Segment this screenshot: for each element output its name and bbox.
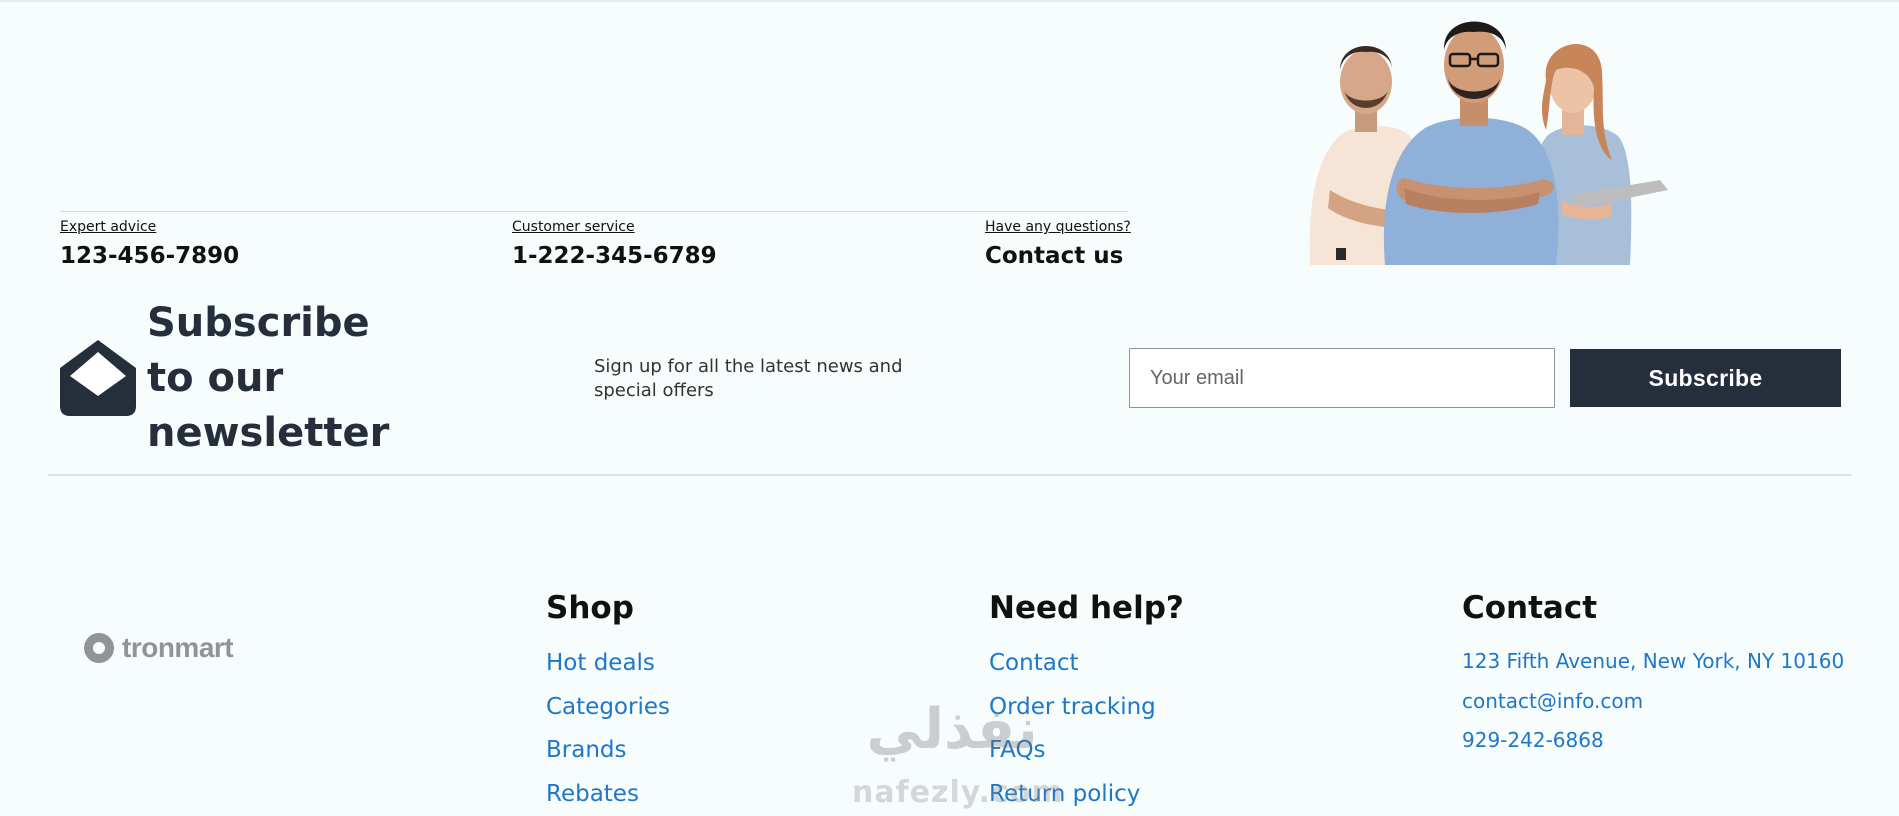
top-border	[0, 0, 1899, 2]
contact-item-label[interactable]: Expert advice	[60, 218, 239, 236]
contact-item-expert-advice[interactable]: Expert advice 123-456-7890	[60, 218, 239, 270]
contact-item-customer-service[interactable]: Customer service 1-222-345-6789	[512, 218, 717, 270]
contact-item-phone: 1-222-345-6789	[512, 242, 717, 270]
footer-column-heading: Shop	[546, 588, 670, 628]
newsletter-title: Subscribe to our newsletter	[147, 296, 407, 461]
footer-column-need-help: Need help? Contact Order tracking FAQs R…	[989, 588, 1184, 816]
tronmart-logo[interactable]: tronmart	[84, 632, 233, 664]
footer-link-categories[interactable]: Categories	[546, 686, 670, 730]
footer-column-heading: Contact	[1462, 588, 1844, 628]
email-input[interactable]	[1129, 348, 1555, 408]
footer-link-faqs[interactable]: FAQs	[989, 729, 1184, 773]
newsletter-description: Sign up for all the latest news and spec…	[594, 355, 914, 403]
contact-us-link[interactable]: Contact us	[985, 242, 1131, 270]
footer-link-brands[interactable]: Brands	[546, 729, 670, 773]
logo-text: tronmart	[122, 632, 233, 664]
footer-address[interactable]: 123 Fifth Avenue, New York, NY 10160	[1462, 642, 1844, 682]
support-team-image	[1300, 10, 1680, 265]
footer-column-shop: Shop Hot deals Categories Brands Rebates	[546, 588, 670, 816]
footer-link-hot-deals[interactable]: Hot deals	[546, 642, 670, 686]
section-divider	[48, 474, 1852, 476]
footer-link-contact[interactable]: Contact	[989, 642, 1184, 686]
envelope-open-icon	[60, 340, 136, 416]
logo-mark-icon	[84, 633, 114, 663]
footer-link-order-tracking[interactable]: Order tracking	[989, 686, 1184, 730]
contact-item-label[interactable]: Customer service	[512, 218, 717, 236]
contact-item-questions[interactable]: Have any questions? Contact us	[985, 218, 1131, 270]
footer-column-contact: Contact 123 Fifth Avenue, New York, NY 1…	[1462, 588, 1844, 761]
contact-strip-divider	[60, 211, 1128, 212]
contact-item-phone: 123-456-7890	[60, 242, 239, 270]
footer-phone-link[interactable]: 929-242-6868	[1462, 721, 1844, 761]
footer-email-link[interactable]: contact@info.com	[1462, 682, 1844, 722]
footer-link-rebates[interactable]: Rebates	[546, 773, 670, 816]
subscribe-button[interactable]: Subscribe	[1570, 349, 1841, 407]
footer-column-heading: Need help?	[989, 588, 1184, 628]
contact-item-label[interactable]: Have any questions?	[985, 218, 1131, 236]
footer-link-return-policy[interactable]: Return policy	[989, 773, 1184, 816]
